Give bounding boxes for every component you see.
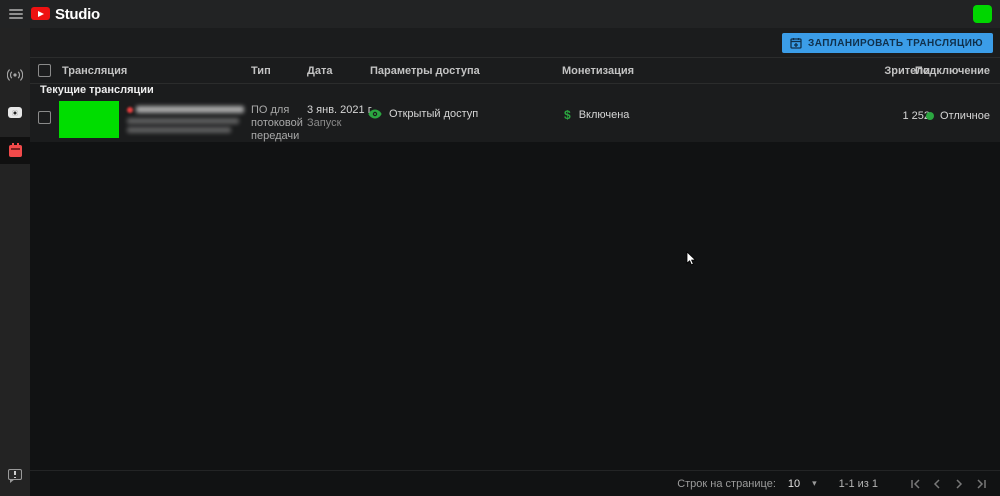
mouse-cursor	[686, 251, 698, 272]
mini-sidebar	[0, 28, 30, 496]
first-page-icon	[910, 479, 921, 489]
sidebar-item-feedback[interactable]	[0, 461, 30, 488]
broadcast-icon	[7, 69, 23, 81]
col-header-type: Тип	[251, 65, 271, 77]
first-page-button[interactable]	[908, 477, 922, 491]
youtube-logo-icon[interactable]	[31, 7, 50, 20]
stream-connection: Отличное	[940, 110, 990, 122]
col-header-visibility: Параметры доступа	[370, 65, 480, 77]
schedule-stream-button[interactable]: ЗАПЛАНИРОВАТЬ ТРАНСЛЯЦИЮ	[782, 33, 993, 53]
rows-per-page-label: Строк на странице:	[677, 478, 776, 490]
eye-icon	[368, 109, 382, 119]
stream-date-cell: 3 янв. 2021 г. Запуск	[307, 104, 373, 130]
col-header-monetization: Монетизация	[562, 65, 634, 77]
redacted-stream-title	[136, 106, 244, 113]
sidebar-item-webcam[interactable]	[0, 99, 30, 126]
calendar-icon	[9, 145, 22, 157]
account-avatar[interactable]	[973, 5, 992, 23]
stream-row[interactable]: ПО для потоковой передачи 3 янв. 2021 г.…	[30, 97, 1000, 142]
dollar-icon: $	[564, 108, 571, 122]
youtube-studio-live-page: Studio	[0, 0, 1000, 496]
sidebar-item-manage-streams[interactable]	[0, 137, 30, 164]
panel-toolbar: ЗАПЛАНИРОВАТЬ ТРАНСЛЯЦИЮ	[30, 28, 1000, 58]
redacted-stream-description-line1	[127, 118, 239, 124]
table-header: Трансляция Тип Дата Параметры доступа Мо…	[30, 58, 1000, 84]
col-header-date: Дата	[307, 65, 332, 77]
stream-monetization: Включена	[579, 109, 630, 121]
pagination-bar: Строк на странице: 10 ▾ 1-1 из 1	[30, 470, 1000, 496]
streams-panel: ЗАПЛАНИРОВАТЬ ТРАНСЛЯЦИЮ Трансляция Тип …	[30, 28, 1000, 142]
col-header-connection: Подключение	[915, 65, 990, 77]
next-page-button[interactable]	[952, 477, 966, 491]
connection-status-dot	[926, 112, 934, 120]
stream-date-sub: Запуск	[307, 117, 373, 130]
sidebar-item-stream[interactable]	[0, 61, 30, 88]
pagination-range: 1-1 из 1	[839, 478, 878, 490]
stream-visibility-cell[interactable]: Открытый доступ	[368, 108, 478, 120]
rows-per-page-select[interactable]: 10 ▾	[788, 478, 817, 490]
last-page-button[interactable]	[974, 477, 988, 491]
studio-wordmark: Studio	[55, 6, 100, 23]
stream-date: 3 янв. 2021 г.	[307, 104, 373, 117]
stream-connection-cell: Отличное	[926, 110, 990, 122]
last-page-icon	[976, 479, 987, 489]
chevron-right-icon	[955, 479, 963, 489]
schedule-stream-label: ЗАПЛАНИРОВАТЬ ТРАНСЛЯЦИЮ	[808, 38, 983, 49]
row-checkbox[interactable]	[38, 111, 51, 124]
redacted-stream-description-line2	[127, 127, 231, 133]
select-all-checkbox[interactable]	[38, 64, 51, 77]
live-red-dot-icon	[127, 107, 133, 113]
section-title: Текущие трансляции	[40, 84, 154, 96]
top-bar: Studio	[0, 0, 1000, 28]
rows-per-page-value: 10	[788, 478, 800, 490]
stream-visibility: Открытый доступ	[389, 108, 478, 120]
calendar-plus-icon	[790, 37, 802, 49]
stream-monetization-cell[interactable]: $ Включена	[564, 108, 629, 122]
stream-title-block[interactable]	[127, 106, 257, 133]
feedback-bubble-icon	[8, 469, 22, 480]
caret-down-icon: ▾	[812, 478, 817, 489]
col-header-stream: Трансляция	[62, 65, 127, 77]
stream-thumbnail[interactable]	[59, 101, 119, 138]
webcam-icon	[8, 107, 22, 118]
hamburger-menu-icon[interactable]	[9, 9, 23, 19]
stream-type: ПО для потоковой передачи	[251, 104, 309, 143]
section-row: Текущие трансляции	[30, 84, 1000, 97]
prev-page-button[interactable]	[930, 477, 944, 491]
chevron-left-icon	[933, 479, 941, 489]
